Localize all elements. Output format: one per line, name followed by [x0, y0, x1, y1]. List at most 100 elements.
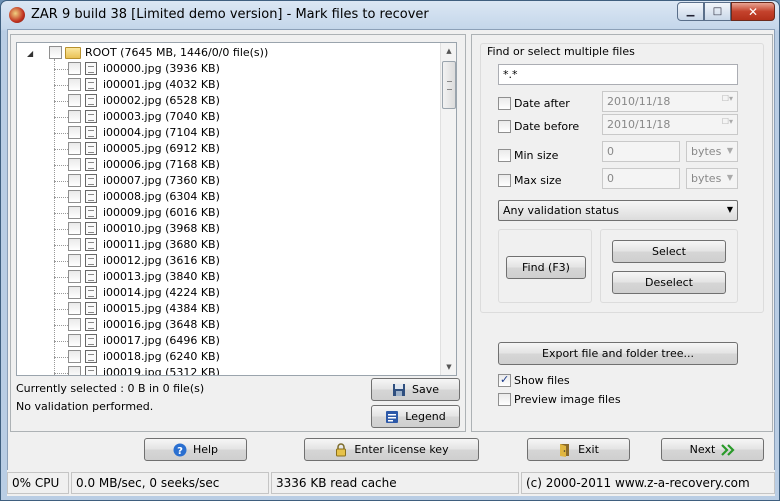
legend-button[interactable]: Legend — [371, 405, 460, 428]
exit-label: Exit — [578, 443, 599, 456]
main-window: ZAR 9 build 38 [Limited demo version] - … — [0, 0, 780, 501]
deselect-button[interactable]: Deselect — [612, 271, 726, 294]
max-size-input[interactable]: 0 — [602, 168, 680, 189]
enter-license-key-button[interactable]: Enter license key — [304, 438, 479, 461]
date-before-checkbox[interactable]: Date before — [498, 120, 579, 133]
file-checkbox[interactable] — [68, 110, 81, 123]
min-size-input[interactable]: 0 — [602, 141, 680, 162]
date-after-picker[interactable]: 2010/11/18 ☐▾ — [602, 91, 738, 112]
date-before-picker[interactable]: 2010/11/18 ☐▾ — [602, 114, 738, 135]
file-checkbox[interactable] — [68, 126, 81, 139]
file-checkbox[interactable] — [68, 174, 81, 187]
save-label: Save — [411, 383, 439, 396]
padlock-icon — [334, 442, 348, 457]
file-icon — [85, 318, 97, 331]
tree-vertical-scrollbar[interactable]: ▲ ▼ — [440, 43, 456, 375]
close-button[interactable]: ✕ — [731, 2, 775, 21]
max-size-checkbox[interactable]: Max size — [498, 174, 562, 187]
tree-file-row[interactable]: i00011.jpg (3680 KB) — [17, 237, 437, 253]
select-button[interactable]: Select — [612, 240, 726, 263]
collapse-arrow-icon[interactable]: ◢ — [27, 49, 36, 58]
tree-file-row[interactable]: i00014.jpg (4224 KB) — [17, 285, 437, 301]
tree-file-row[interactable]: i00001.jpg (4032 KB) — [17, 77, 437, 93]
select-button-label: Select — [652, 245, 686, 258]
date-before-value: 2010/11/18 — [607, 118, 671, 131]
file-tree[interactable]: ◢ ROOT (7645 MB, 1446/0/0 file(s)) i00000… — [16, 42, 457, 376]
calendar-dropdown-icon: ☐▾ — [721, 117, 733, 126]
file-checkbox[interactable] — [68, 254, 81, 267]
file-checkbox[interactable] — [68, 78, 81, 91]
tree-file-row[interactable]: i00003.jpg (7040 KB) — [17, 109, 437, 125]
show-files-checkbox[interactable]: Show files — [498, 373, 570, 387]
tree-file-row[interactable]: i00007.jpg (7360 KB) — [17, 173, 437, 189]
tree-file-row[interactable]: i00016.jpg (3648 KB) — [17, 317, 437, 333]
root-checkbox[interactable] — [49, 46, 62, 59]
find-button[interactable]: Find (F3) — [506, 256, 586, 279]
max-size-checkbox-box[interactable] — [498, 174, 511, 187]
file-pattern-input[interactable]: *.* — [498, 64, 738, 85]
tree-root-node[interactable]: ◢ ROOT (7645 MB, 1446/0/0 file(s)) — [17, 45, 437, 61]
file-checkbox[interactable] — [68, 366, 81, 375]
tree-file-row[interactable]: i00017.jpg (6496 KB) — [17, 333, 437, 349]
next-button[interactable]: Next — [661, 438, 764, 461]
file-label: i00016.jpg (3648 KB) — [103, 318, 220, 331]
find-group-title: Find or select multiple files — [485, 45, 637, 58]
tree-file-row[interactable]: i00008.jpg (6304 KB) — [17, 189, 437, 205]
file-checkbox[interactable] — [68, 270, 81, 283]
tree-file-row[interactable]: i00005.jpg (6912 KB) — [17, 141, 437, 157]
export-tree-button[interactable]: Export file and folder tree... — [498, 342, 738, 365]
date-after-checkbox[interactable]: Date after — [498, 97, 570, 110]
file-checkbox[interactable] — [68, 302, 81, 315]
preview-images-checkbox[interactable]: Preview image files — [498, 393, 621, 406]
minimize-button[interactable]: ▁ — [677, 2, 704, 21]
tree-file-row[interactable]: i00018.jpg (6240 KB) — [17, 349, 437, 365]
file-checkbox[interactable] — [68, 350, 81, 363]
file-checkbox[interactable] — [68, 286, 81, 299]
tree-file-row[interactable]: i00013.jpg (3840 KB) — [17, 269, 437, 285]
min-size-unit-select[interactable]: bytes ▼ — [686, 141, 738, 162]
validation-status-select[interactable]: Any validation status ▼ — [498, 200, 738, 221]
file-checkbox[interactable] — [68, 334, 81, 347]
preview-images-label: Preview image files — [514, 393, 621, 406]
tree-file-row[interactable]: i00002.jpg (6528 KB) — [17, 93, 437, 109]
file-checkbox[interactable] — [68, 318, 81, 331]
date-after-checkbox-box[interactable] — [498, 97, 511, 110]
app-icon[interactable] — [9, 7, 25, 23]
tree-file-row[interactable]: i00006.jpg (7168 KB) — [17, 157, 437, 173]
save-button[interactable]: Save — [371, 378, 460, 401]
tree-file-row[interactable]: i00009.jpg (6016 KB) — [17, 205, 437, 221]
tree-branch-line — [54, 117, 68, 118]
file-checkbox[interactable] — [68, 206, 81, 219]
file-checkbox[interactable] — [68, 222, 81, 235]
file-checkbox[interactable] — [68, 142, 81, 155]
tree-file-row[interactable]: i00000.jpg (3936 KB) — [17, 61, 437, 77]
show-files-checkbox-box[interactable] — [498, 373, 511, 387]
scrollbar-thumb[interactable] — [442, 61, 456, 109]
scroll-down-arrow-icon[interactable]: ▼ — [441, 359, 456, 375]
selection-summary: Currently selected : 0 B in 0 file(s) — [16, 382, 205, 395]
date-before-checkbox-box[interactable] — [498, 120, 511, 133]
file-checkbox[interactable] — [68, 62, 81, 75]
preview-images-checkbox-box[interactable] — [498, 393, 511, 406]
title-bar[interactable]: ZAR 9 build 38 [Limited demo version] - … — [1, 1, 779, 29]
min-size-checkbox-box[interactable] — [498, 149, 511, 162]
legend-label: Legend — [405, 410, 446, 423]
tree-file-row[interactable]: i00015.jpg (4384 KB) — [17, 301, 437, 317]
max-size-unit-select[interactable]: bytes ▼ — [686, 168, 738, 189]
min-size-checkbox[interactable]: Min size — [498, 149, 558, 162]
tree-file-row[interactable]: i00019.jpg (5312 KB) — [17, 365, 437, 375]
maximize-button[interactable]: □ — [704, 2, 731, 21]
file-checkbox[interactable] — [68, 190, 81, 203]
help-button[interactable]: ? Help — [144, 438, 247, 461]
tree-file-row[interactable]: i00012.jpg (3616 KB) — [17, 253, 437, 269]
scroll-up-arrow-icon[interactable]: ▲ — [441, 43, 456, 59]
maximize-icon: □ — [712, 6, 723, 17]
tree-file-row[interactable]: i00004.jpg (7104 KB) — [17, 125, 437, 141]
file-checkbox[interactable] — [68, 238, 81, 251]
file-checkbox[interactable] — [68, 158, 81, 171]
exit-button[interactable]: Exit — [527, 438, 630, 461]
tree-file-row[interactable]: i00010.jpg (3968 KB) — [17, 221, 437, 237]
file-checkbox[interactable] — [68, 94, 81, 107]
client-area: ◢ ROOT (7645 MB, 1446/0/0 file(s)) i00000… — [7, 29, 775, 495]
date-after-label: Date after — [514, 97, 570, 110]
